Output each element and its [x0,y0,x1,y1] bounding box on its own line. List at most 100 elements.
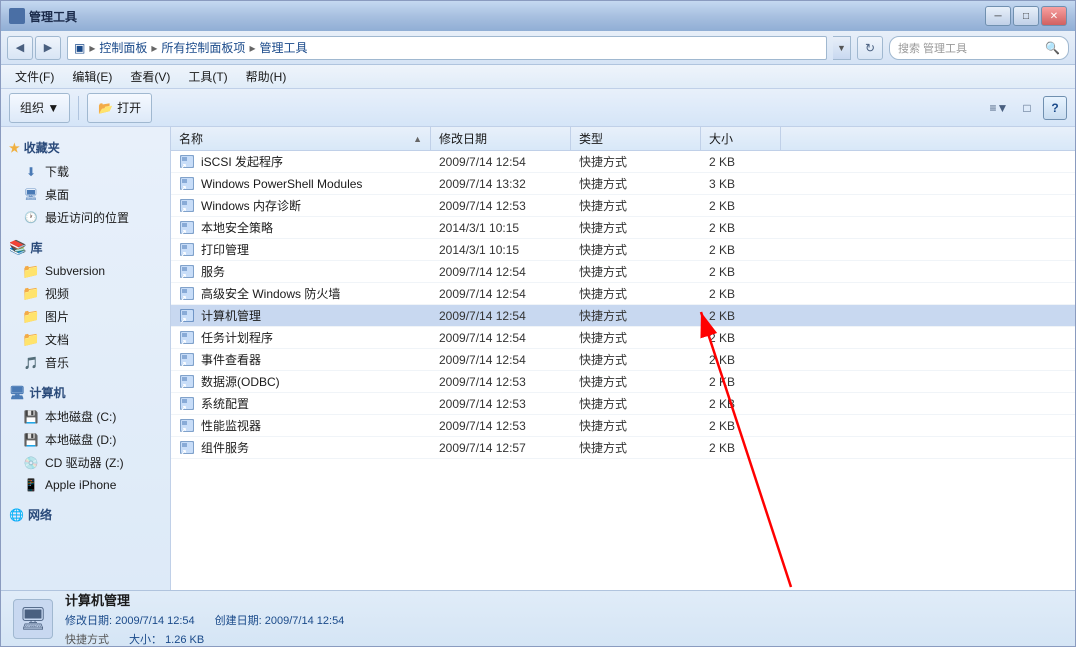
open-icon: 📂 [98,101,113,115]
col-header-type[interactable]: 类型 [571,127,701,150]
table-row[interactable]: ↗ 性能监视器 2009/7/14 12:53 快捷方式 2 KB [171,415,1075,437]
table-row[interactable]: ↗ 任务计划程序 2009/7/14 12:54 快捷方式 2 KB [171,327,1075,349]
file-list-area: 名称 ▲ 修改日期 类型 大小 [171,127,1075,590]
main-content: ★ 收藏夹 ⬇ 下载 🖥 桌面 🕐 最近访问的位置 [1,127,1075,590]
table-row[interactable]: ↗ 服务 2009/7/14 12:54 快捷方式 2 KB [171,261,1075,283]
file-date-5: 2009/7/14 12:54 [431,265,571,279]
breadcrumb-2[interactable]: 所有控制面板项 [161,39,245,56]
file-name-7: 计算机管理 [201,307,261,324]
back-button[interactable]: ◀ [7,36,33,60]
computer-header[interactable]: 🖥 计算机 [1,380,170,405]
file-date-2: 2009/7/14 12:53 [431,199,571,213]
breadcrumb-1[interactable]: 控制面板 [99,39,147,56]
drive-c-label: 本地磁盘 (C:) [45,408,116,425]
window-title: 管理工具 [29,8,981,25]
sidebar-item-music[interactable]: 🎵 音乐 [1,351,170,374]
close-button[interactable]: ✕ [1041,6,1067,26]
sidebar-item-subversion[interactable]: 📁 Subversion [1,260,170,282]
breadcrumb-home[interactable]: ▣ [74,41,85,55]
svg-text:↗: ↗ [180,272,187,280]
sidebar-section-favorites: ★ 收藏夹 ⬇ 下载 🖥 桌面 🕐 最近访问的位置 [1,135,170,229]
network-header[interactable]: 🌐 网络 [1,502,170,527]
file-size-9: 2 KB [701,353,781,367]
table-row[interactable]: ↗ iSCSI 发起程序 2009/7/14 12:54 快捷方式 2 KB [171,151,1075,173]
drive-z-icon: 💿 [23,455,39,471]
file-name-13: 组件服务 [201,439,249,456]
table-row[interactable]: ↗ 数据源(ODBC) 2009/7/14 12:53 快捷方式 2 KB [171,371,1075,393]
menu-tools[interactable]: 工具(T) [180,66,235,87]
sidebar-item-iphone[interactable]: 📱 Apple iPhone [1,474,170,496]
sidebar-item-drive-z[interactable]: 💿 CD 驱动器 (Z:) [1,451,170,474]
favorites-header[interactable]: ★ 收藏夹 [1,135,170,160]
table-row[interactable]: ↗ 打印管理 2014/3/1 10:15 快捷方式 2 KB [171,239,1075,261]
recent-icon: 🕐 [23,210,39,226]
sidebar-item-downloads[interactable]: ⬇ 下载 [1,160,170,183]
help-button[interactable]: ? [1043,96,1067,120]
sidebar-item-pictures[interactable]: 📁 图片 [1,305,170,328]
col-header-name[interactable]: 名称 ▲ [171,127,431,150]
file-name-11: 系统配置 [201,395,249,412]
sidebar-item-documents[interactable]: 📁 文档 [1,328,170,351]
table-row[interactable]: ↗ 组件服务 2009/7/14 12:57 快捷方式 2 KB [171,437,1075,459]
iphone-label: Apple iPhone [45,478,116,492]
status-filename: 计算机管理 [65,590,344,609]
table-row[interactable]: ↗ 事件查看器 2009/7/14 12:54 快捷方式 2 KB [171,349,1075,371]
file-icon-13: ↗ [179,440,195,456]
file-size-2: 2 KB [701,199,781,213]
status-file-icon: 🖥 [13,599,53,639]
computer-icon: 🖥 [9,385,26,401]
library-header[interactable]: 📚 库 [1,235,170,260]
breadcrumb-3[interactable]: 管理工具 [259,39,307,56]
file-size-11: 2 KB [701,397,781,411]
status-size: 大小： 1.26 KB [129,631,204,647]
sidebar-item-recent[interactable]: 🕐 最近访问的位置 [1,206,170,229]
table-row[interactable]: ↗ 高级安全 Windows 防火墙 2009/7/14 12:54 快捷方式 … [171,283,1075,305]
view-toggle-button[interactable]: ≡▼ [987,96,1011,120]
table-row[interactable]: ↗ 计算机管理 2009/7/14 12:54 快捷方式 2 KB [171,305,1075,327]
organize-button[interactable]: 组织 ▼ [9,93,70,123]
file-icon-9: ↗ [179,352,195,368]
table-row[interactable]: ↗ 本地安全策略 2014/3/1 10:15 快捷方式 2 KB [171,217,1075,239]
file-name-12: 性能监视器 [201,417,261,434]
sidebar-item-desktop[interactable]: 🖥 桌面 [1,183,170,206]
computer-label: 计算机 [30,384,66,401]
downloads-icon: ⬇ [23,164,39,180]
col-header-date[interactable]: 修改日期 [431,127,571,150]
preview-pane-button[interactable]: □ [1015,96,1039,120]
address-bar: ◀ ▶ ▣ ▸ 控制面板 ▸ 所有控制面板项 ▸ 管理工具 ▼ ↻ 搜索 管理工… [1,31,1075,65]
file-type-3: 快捷方式 [571,219,701,236]
shortcut-icon: ↗ [179,308,195,324]
desktop-label: 桌面 [45,186,69,203]
library-label: 库 [30,239,42,256]
col-header-size[interactable]: 大小 [701,127,781,150]
shortcut-icon: ↗ [179,418,195,434]
address-path[interactable]: ▣ ▸ 控制面板 ▸ 所有控制面板项 ▸ 管理工具 [67,36,827,60]
minimize-button[interactable]: ─ [985,6,1011,26]
shortcut-icon: ↗ [179,352,195,368]
sidebar-item-drive-c[interactable]: 💾 本地磁盘 (C:) [1,405,170,428]
menu-help[interactable]: 帮助(H) [238,66,295,87]
file-date-7: 2009/7/14 12:54 [431,309,571,323]
table-row[interactable]: ↗ 系统配置 2009/7/14 12:53 快捷方式 2 KB [171,393,1075,415]
maximize-button[interactable]: □ [1013,6,1039,26]
sidebar-item-drive-d[interactable]: 💾 本地磁盘 (D:) [1,428,170,451]
table-row[interactable]: ↗ Windows PowerShell Modules 2009/7/14 1… [171,173,1075,195]
sidebar-item-video[interactable]: 📁 视频 [1,282,170,305]
file-icon-12: ↗ [179,418,195,434]
file-size-0: 2 KB [701,155,781,169]
shortcut-icon: ↗ [179,396,195,412]
search-box[interactable]: 搜索 管理工具 🔍 [889,36,1069,60]
table-row[interactable]: ↗ Windows 内存诊断 2009/7/14 12:53 快捷方式 2 KB [171,195,1075,217]
file-date-9: 2009/7/14 12:54 [431,353,571,367]
refresh-button[interactable]: ↻ [857,36,883,60]
address-dropdown[interactable]: ▼ [833,36,851,60]
open-button[interactable]: 📂 打开 [87,93,152,123]
menu-view[interactable]: 查看(V) [122,66,178,87]
sidebar: ★ 收藏夹 ⬇ 下载 🖥 桌面 🕐 最近访问的位置 [1,127,171,590]
svg-text:↗: ↗ [180,228,187,236]
menu-file[interactable]: 文件(F) [7,66,62,87]
forward-button[interactable]: ▶ [35,36,61,60]
menu-edit[interactable]: 编辑(E) [64,66,120,87]
folder-icon-documents: 📁 [23,332,39,348]
file-name-3: 本地安全策略 [201,219,273,236]
